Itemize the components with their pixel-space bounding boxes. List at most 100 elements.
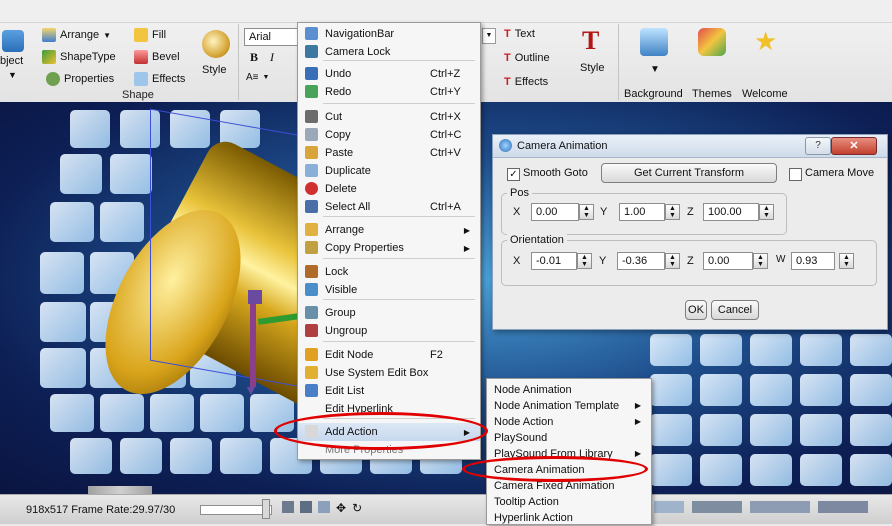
gizmo-center[interactable] xyxy=(248,290,262,304)
fill-button[interactable]: Fill xyxy=(134,28,166,42)
italic-button[interactable]: I xyxy=(270,50,274,65)
submenu-item-node-action[interactable]: Node Action ▶ xyxy=(487,414,651,430)
effects-button[interactable]: Effects xyxy=(134,72,185,86)
menu-item-cut[interactable]: Cut Ctrl+X xyxy=(298,108,480,126)
outline-button[interactable]: T Outline xyxy=(504,52,550,64)
orient-z-spinner[interactable]: ▲ ▼ xyxy=(753,253,768,269)
menu-item-group[interactable]: Group xyxy=(298,304,480,322)
orient-z-input[interactable]: 0.00 xyxy=(703,252,753,270)
wall-tile xyxy=(850,334,892,366)
camera-move-label: Camera Move xyxy=(805,167,875,179)
view-icon[interactable] xyxy=(654,501,684,513)
text-effects-button[interactable]: T Effects xyxy=(504,76,548,88)
menu-item-delete[interactable]: Delete xyxy=(298,180,480,198)
rotate-icon[interactable]: ↻ xyxy=(352,501,362,517)
orient-x-spinner[interactable]: ▲ ▼ xyxy=(577,253,592,269)
menu-item-label: Visible xyxy=(325,284,358,296)
dialog-titlebar[interactable]: Camera Animation ? ✕ xyxy=(493,135,887,158)
orient-z-label: Z xyxy=(687,255,694,267)
status-toolbar-icons[interactable]: ✥ ↻ xyxy=(282,501,482,517)
background-button[interactable]: ▼ Background xyxy=(620,24,688,100)
orient-y-input[interactable]: -0.36 xyxy=(617,252,665,270)
nav-thumbnails[interactable] xyxy=(88,486,152,494)
image-icon[interactable] xyxy=(300,501,312,513)
bevel-button[interactable]: Bevel xyxy=(134,50,180,64)
orient-y-spinner[interactable]: ▲ ▼ xyxy=(665,253,680,269)
ok-button[interactable]: OK xyxy=(685,300,707,320)
list-icon[interactable] xyxy=(818,501,868,513)
wall-tile xyxy=(700,454,742,486)
object-icon xyxy=(2,30,24,52)
object-button[interactable]: bject ▼ xyxy=(0,30,28,90)
menu-item-visible[interactable]: Visible xyxy=(298,281,480,299)
text-button[interactable]: T Text xyxy=(504,28,535,40)
camera-move-checkbox[interactable] xyxy=(789,168,802,181)
menu-item-label: Redo xyxy=(325,86,352,98)
menu-item-select-all[interactable]: Select All Ctrl+A xyxy=(298,198,480,216)
grid-icon[interactable] xyxy=(750,501,810,513)
dropdown-arrow[interactable]: ▼ xyxy=(482,28,496,44)
pos-x-input[interactable]: 0.00 xyxy=(531,203,579,221)
get-current-transform-button[interactable]: Get Current Transform xyxy=(601,163,777,183)
menu-item-edit-list[interactable]: Edit List xyxy=(298,382,480,400)
pos-z-input[interactable]: 100.00 xyxy=(703,203,759,221)
menu-item-ungroup[interactable]: Ungroup xyxy=(298,322,480,340)
menu-item-use-system-edit-box[interactable]: Use System Edit Box xyxy=(298,364,480,382)
slider-thumb[interactable] xyxy=(262,499,270,519)
move-icon[interactable]: ✥ xyxy=(336,501,346,517)
camera-icon[interactable] xyxy=(318,501,330,513)
bold-button[interactable]: B xyxy=(250,50,258,65)
menu-item-redo[interactable]: Redo Ctrl+Y xyxy=(298,83,480,101)
text-style-button[interactable]: T Style xyxy=(576,26,610,78)
shapetype-button[interactable]: ShapeType xyxy=(42,50,116,64)
menu-item-lock[interactable]: Lock xyxy=(298,263,480,281)
wall-tile xyxy=(850,374,892,406)
menu-item-paste[interactable]: Paste Ctrl+V xyxy=(298,144,480,162)
orient-w-input[interactable]: 0.93 xyxy=(791,252,835,270)
menu-item-edit-node[interactable]: Edit Node F2 xyxy=(298,346,480,364)
menu-item-navigationbar[interactable]: NavigationBar xyxy=(298,25,480,43)
pos-z-spinner[interactable]: ▲ ▼ xyxy=(759,204,774,220)
menu-item-camera-lock[interactable]: Camera Lock xyxy=(298,43,480,61)
frame-icon[interactable] xyxy=(282,501,294,513)
submenu-item-node-animation[interactable]: Node Animation xyxy=(487,382,651,398)
submenu-item-hyperlink-action[interactable]: Hyperlink Action xyxy=(487,510,651,526)
menu-item-copy-properties[interactable]: Copy Properties ▶ xyxy=(298,239,480,257)
pos-y-spinner[interactable]: ▲ ▼ xyxy=(665,204,680,220)
edit-list-icon xyxy=(305,384,318,397)
submenu-item-playsound[interactable]: PlaySound xyxy=(487,430,651,446)
menu-item-label: Arrange xyxy=(325,224,365,236)
ribbon-separator xyxy=(618,24,619,100)
status-right-icons[interactable] xyxy=(654,501,890,517)
welcome-button[interactable]: ★ Welcome xyxy=(738,24,794,100)
submenu-item-node-animation-template[interactable]: Node Animation Template ▶ xyxy=(487,398,651,414)
themes-button[interactable]: Themes xyxy=(690,24,736,100)
status-info: 918x517 Frame Rate:29.97/30 xyxy=(26,504,176,516)
submenu-item-tooltip-action[interactable]: Tooltip Action xyxy=(487,494,651,510)
menu-item-copy[interactable]: Copy Ctrl+C xyxy=(298,126,480,144)
menu-item-arrange[interactable]: Arrange ▶ xyxy=(298,221,480,239)
text-align-button[interactable]: A≡ ▼ xyxy=(246,72,269,83)
pos-y-input[interactable]: 1.00 xyxy=(619,203,665,221)
font-select[interactable]: Arial xyxy=(244,28,300,46)
help-button[interactable]: ? xyxy=(805,137,831,155)
chevron-down-icon: ▼ xyxy=(103,30,112,40)
gizmo-axis-y[interactable] xyxy=(250,297,256,387)
submenu-arrow-icon: ▶ xyxy=(463,225,470,235)
align-icon[interactable] xyxy=(692,501,742,513)
smooth-goto-checkbox[interactable]: ✓ xyxy=(507,168,520,181)
menu-item-label: Use System Edit Box xyxy=(325,367,429,379)
properties-button[interactable]: Properties xyxy=(46,72,114,86)
orient-w-spinner[interactable]: ▲ ▼ xyxy=(839,253,854,269)
menu-item-undo[interactable]: Undo Ctrl+Z xyxy=(298,65,480,83)
submenu-arrow-icon: ▶ xyxy=(634,401,641,410)
close-button[interactable]: ✕ xyxy=(831,137,877,155)
orient-x-input[interactable]: -0.01 xyxy=(531,252,577,270)
pos-x-spinner[interactable]: ▲ ▼ xyxy=(579,204,594,220)
shape-style-button[interactable]: Style xyxy=(198,28,234,78)
cancel-button[interactable]: Cancel xyxy=(711,300,759,320)
menu-item-duplicate[interactable]: Duplicate xyxy=(298,162,480,180)
group-icon xyxy=(305,306,318,319)
arrange-button[interactable]: Arrange ▼ xyxy=(42,28,111,42)
edit-box-icon xyxy=(305,366,318,379)
